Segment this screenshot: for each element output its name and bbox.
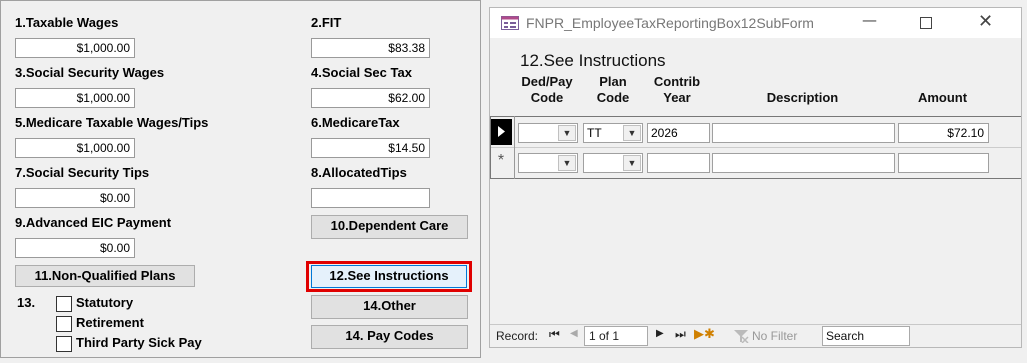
ss-tax-field[interactable]: $62.00 [311,88,430,108]
new-plan-code-combo[interactable]: ▼ [583,153,643,173]
filter-status[interactable]: No Filter [752,329,797,343]
record-position-field[interactable]: 1 of 1 [584,326,648,346]
selector-divider [514,116,515,179]
ss-tax-label: 4.Social Sec Tax [311,65,412,80]
contrib-year-cell[interactable]: 2026 [647,123,710,143]
taxable-wages-label: 1.Taxable Wages [15,15,119,30]
medicare-wages-field[interactable]: $1,000.00 [15,138,135,158]
ded-pay-header-line1: Ded/Pay [521,74,573,89]
next-record-icon[interactable]: ▶ [656,328,664,339]
chevron-down-icon[interactable]: ▼ [558,125,576,141]
current-record-selector[interactable] [490,119,512,145]
subform-window: FNPR_EmployeeTaxReportingBox12SubForm — … [489,7,1022,348]
ded-pay-code-combo[interactable]: ▼ [518,123,578,143]
amount-header: Amount [917,90,968,105]
new-description-cell[interactable] [712,153,895,173]
eic-label: 9.Advanced EIC Payment [15,215,172,230]
last-record-icon[interactable]: ⏭ [675,327,686,342]
record-navigation-bar: Record: ⏮ ◀ 1 of 1 ▶ ⏭ ▶✱ No Filter Sear… [490,324,1021,347]
taxable-wages-field[interactable]: $1,000.00 [15,38,135,58]
description-cell[interactable] [712,123,895,143]
retirement-label: Retirement [76,315,144,330]
contrib-header-line1: Contrib [653,74,701,89]
pay-codes-button[interactable]: 14. Pay Codes [311,325,468,349]
medicare-wages-label: 5.Medicare Taxable Wages/Tips [15,115,209,130]
grid-bottom-border [490,178,1021,179]
close-icon[interactable]: ✕ [978,11,993,32]
third-party-sick-pay-label: Third Party Sick Pay [76,335,202,350]
ss-wages-field[interactable]: $1,000.00 [15,88,135,108]
eic-field[interactable]: $0.00 [15,238,135,258]
allocated-tips-field[interactable] [311,188,430,208]
new-amount-cell[interactable] [898,153,989,173]
title-bar: FNPR_EmployeeTaxReportingBox12SubForm — … [490,8,1021,38]
description-header: Description [766,90,839,105]
chevron-down-icon[interactable]: ▼ [623,155,641,171]
medicare-tax-label: 6.MedicareTax [311,115,400,130]
amount-cell[interactable]: $72.10 [898,123,989,143]
current-record-arrow-icon [498,126,505,137]
box13-label: 13. [17,295,36,310]
plan-code-value: TT [587,126,602,140]
subform-heading: 12.See Instructions [520,51,666,70]
other-button[interactable]: 14.Other [311,295,468,319]
contrib-header-line2: Year [663,90,691,105]
new-record-marker[interactable]: * [490,149,512,175]
row-divider [490,147,1021,148]
filter-icon [734,330,749,343]
statutory-checkbox[interactable] [56,296,72,312]
see-instructions-button[interactable]: 12.See Instructions [311,265,467,288]
medicare-tax-field[interactable]: $14.50 [311,138,430,158]
maximize-icon[interactable] [920,17,932,29]
previous-record-icon[interactable]: ◀ [570,328,578,339]
grid-top-border [490,116,1021,117]
fit-label: 2.FIT [311,15,342,30]
contrib-year-header: Contrib Year [645,74,709,106]
form-icon [501,16,519,30]
ded-pay-header-line2: Code [530,90,564,105]
chevron-down-icon[interactable]: ▼ [623,125,641,141]
chevron-down-icon[interactable]: ▼ [558,155,576,171]
plan-header-line1: Plan [599,74,627,89]
ss-wages-label: 3.Social Security Wages [15,65,165,80]
fit-field[interactable]: $83.38 [311,38,430,58]
new-record-icon[interactable]: ▶✱ [694,326,715,342]
third-party-sick-pay-checkbox[interactable] [56,336,72,352]
ss-tips-field[interactable]: $0.00 [15,188,135,208]
plan-code-header: Plan Code [582,74,644,106]
non-qualified-plans-button[interactable]: 11.Non-Qualified Plans [15,265,195,287]
statutory-label: Statutory [76,295,134,310]
record-label: Record: [496,329,539,343]
plan-code-combo[interactable]: TT ▼ [583,123,643,143]
minimize-icon[interactable]: — [862,11,877,29]
ss-tips-label: 7.Social Security Tips [15,165,150,180]
dependent-care-button[interactable]: 10.Dependent Care [311,215,468,239]
new-contrib-year-cell[interactable] [647,153,710,173]
plan-header-line2: Code [596,90,630,105]
search-input[interactable]: Search [822,326,910,346]
window-title: FNPR_EmployeeTaxReportingBox12SubForm [526,15,814,31]
ded-pay-code-header: Ded/Pay Code [512,74,582,106]
allocated-tips-label: 8.AllocatedTips [311,165,407,180]
grid-left-border [490,116,491,179]
retirement-checkbox[interactable] [56,316,72,332]
new-ded-pay-code-combo[interactable]: ▼ [518,153,578,173]
first-record-icon[interactable]: ⏮ [549,327,560,342]
